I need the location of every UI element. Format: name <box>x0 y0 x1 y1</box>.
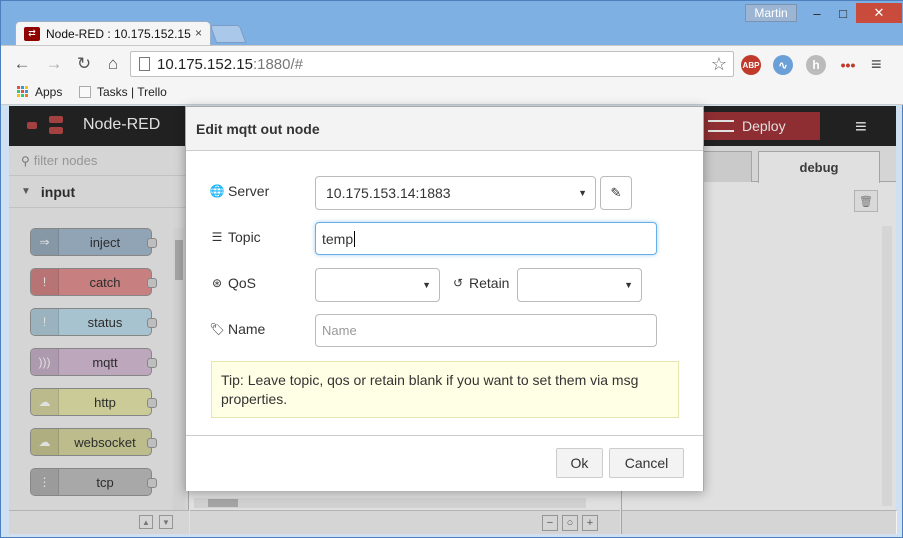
tab-strip: ⇄ Node-RED : 10.175.152.15 × Martin – □ … <box>1 1 903 45</box>
pencil-icon: ✎ <box>610 185 622 200</box>
retain-row: ↺ Retain <box>451 275 510 291</box>
chevron-down-icon: ▼ <box>624 280 633 290</box>
name-placeholder: Name <box>322 323 357 338</box>
browser-toolbar: ← → ↻ ⌂ 10.175.152.15:1880/# ☆ ABP ∿ h •… <box>1 45 903 81</box>
address-bar[interactable]: 10.175.152.15:1880/# ☆ <box>130 51 734 77</box>
new-tab-button[interactable] <box>209 25 247 43</box>
qos-select[interactable]: ▼ <box>315 268 440 302</box>
tasks-icon: ☰ <box>211 230 223 244</box>
name-input[interactable]: Name <box>315 314 657 347</box>
text-cursor <box>354 230 356 247</box>
maximize-button[interactable]: □ <box>830 3 856 23</box>
name-label: Name <box>228 321 266 337</box>
browser-tab[interactable]: ⇄ Node-RED : 10.175.152.15 × <box>15 21 211 45</box>
page-icon <box>79 86 91 98</box>
apps-grid-icon <box>17 86 29 98</box>
topic-input[interactable]: temp <box>315 222 657 255</box>
bookmark-apps[interactable]: Apps <box>17 85 62 99</box>
topic-label: Topic <box>228 229 261 245</box>
edit-server-button[interactable]: ✎ <box>600 176 632 210</box>
reload-icon[interactable]: ↻ <box>73 54 95 74</box>
name-row: 🏷 Name <box>209 321 266 337</box>
close-window-button[interactable]: ✕ <box>856 3 902 23</box>
ok-button[interactable]: Ok <box>556 448 603 478</box>
back-arrow-icon[interactable]: ← <box>11 54 33 74</box>
url-host: 10.175.152.15 <box>157 55 253 73</box>
qos-row: ⊛ QoS <box>210 275 256 291</box>
bookmark-trello[interactable]: Tasks | Trello <box>79 85 167 99</box>
topic-value: temp <box>322 230 354 247</box>
server-label: Server <box>228 183 270 199</box>
retain-label: Retain <box>469 275 510 291</box>
retain-select[interactable]: ▼ <box>517 268 642 302</box>
tab-close-icon[interactable]: × <box>195 26 202 40</box>
server-row: 🌐 Server <box>209 183 270 199</box>
globe-icon: 🌐 <box>209 184 225 198</box>
server-value: 10.175.153.14:1883 <box>326 185 451 201</box>
server-select[interactable]: 10.175.153.14:1883 ▼ <box>315 176 596 210</box>
topic-row: ☰ Topic <box>210 229 261 245</box>
history-icon: ↺ <box>452 276 464 290</box>
pulse-extension-icon[interactable]: ∿ <box>773 55 793 75</box>
browser-window: ⇄ Node-RED : 10.175.152.15 × Martin – □ … <box>0 0 903 538</box>
chrome-menu-icon[interactable]: ≡ <box>871 54 882 75</box>
bookmarks-bar: Apps Tasks | Trello <box>1 81 903 105</box>
adblock-extension-icon[interactable]: ABP <box>741 55 761 75</box>
page-icon <box>139 57 150 71</box>
dialog-footer: Ok Cancel <box>186 435 703 491</box>
forward-arrow-icon[interactable]: → <box>43 54 65 74</box>
tip-box: Tip: Leave topic, qos or retain blank if… <box>211 361 679 418</box>
minimize-button[interactable]: – <box>804 3 830 23</box>
profile-button[interactable]: Martin <box>745 4 797 22</box>
qos-label: QoS <box>228 275 257 291</box>
chevron-down-icon: ▼ <box>422 280 431 290</box>
url-port-path: :1880/# <box>252 55 303 73</box>
dialog-title: Edit mqtt out node <box>186 107 703 151</box>
tag-icon: 🏷 <box>209 322 225 336</box>
bookmark-apps-label: Apps <box>35 85 63 99</box>
home-icon[interactable]: ⌂ <box>102 54 124 74</box>
tab-title: Node-RED : 10.175.152.15 <box>46 26 191 41</box>
bookmark-trello-label: Tasks | Trello <box>97 85 167 99</box>
h-extension-icon[interactable]: h <box>806 55 826 75</box>
chevron-down-icon: ▼ <box>578 188 587 198</box>
bookmark-star-icon[interactable]: ☆ <box>711 54 727 75</box>
lastpass-extension-icon[interactable]: ••• <box>836 55 860 75</box>
edit-node-dialog: Edit mqtt out node 🌐 Server 10.175.153.1… <box>185 106 704 491</box>
node-red-favicon-icon: ⇄ <box>24 26 40 41</box>
cancel-button[interactable]: Cancel <box>609 448 684 478</box>
qos-icon: ⊛ <box>211 276 223 290</box>
